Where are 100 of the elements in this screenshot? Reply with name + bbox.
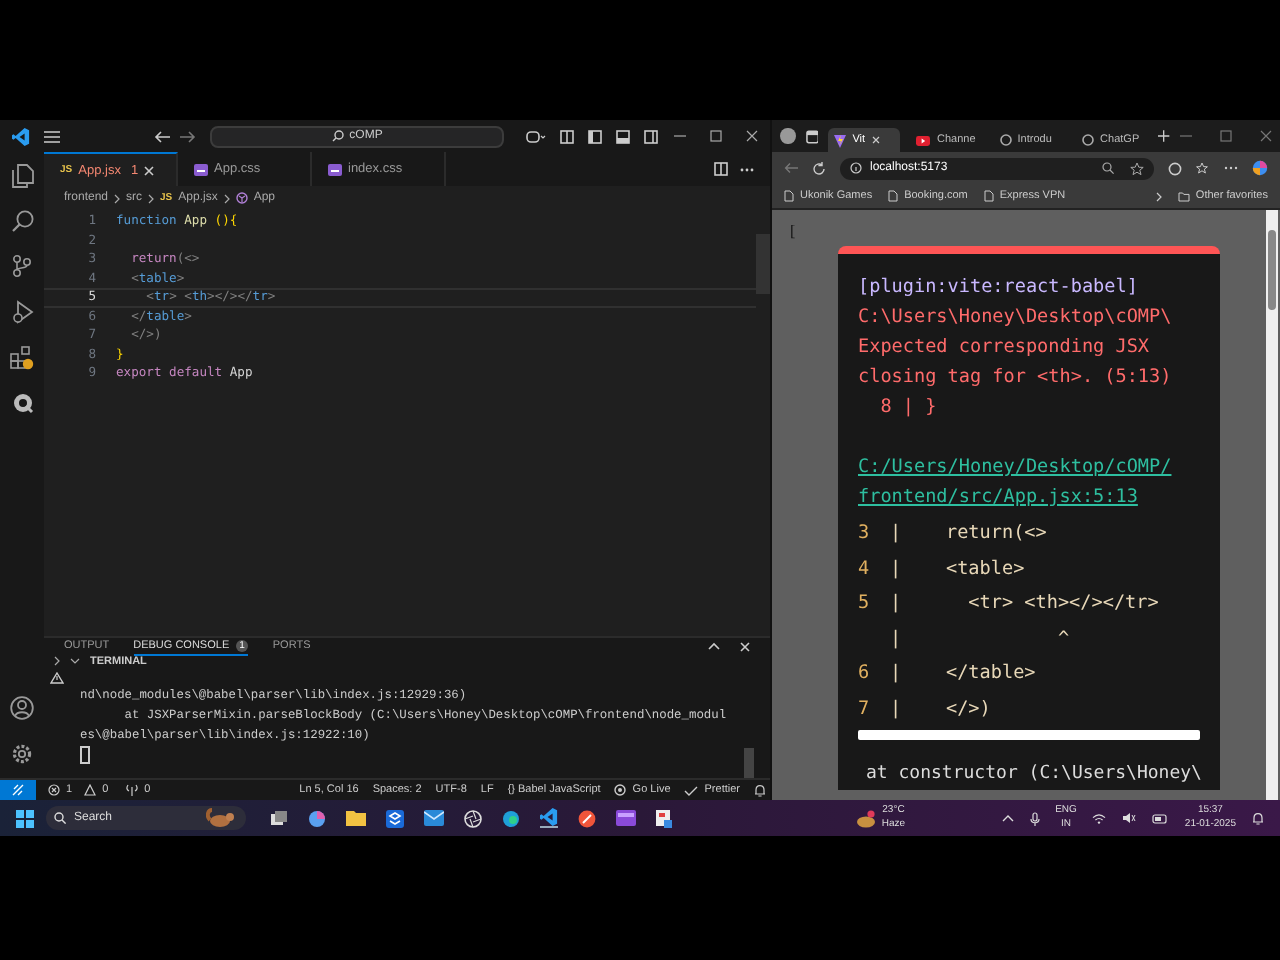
maximize-panel-icon[interactable] xyxy=(708,642,720,651)
favorites-icon[interactable] xyxy=(1196,161,1210,175)
code-frame-line: 6 | </table> xyxy=(858,660,1038,688)
task-view-icon[interactable] xyxy=(270,810,288,826)
breadcrumb-separator-icon xyxy=(223,193,230,203)
chevron-up-icon[interactable] xyxy=(1001,814,1014,822)
video-icon xyxy=(916,135,931,145)
pencil-app-icon[interactable] xyxy=(578,809,596,827)
new-tab-icon[interactable] xyxy=(1158,130,1170,142)
breadcrumb-separator-icon xyxy=(148,193,155,203)
video-editor-icon[interactable] xyxy=(616,810,636,826)
code-frame-line: 4 | <table> xyxy=(858,555,1027,583)
checkmark-icon xyxy=(684,785,699,795)
settings-icon[interactable] xyxy=(10,742,34,766)
squirrel-drawing xyxy=(206,808,238,828)
search-icon xyxy=(54,812,66,824)
remote-icon xyxy=(12,784,24,796)
tab-actions-icon[interactable] xyxy=(805,129,819,143)
wifi-icon[interactable] xyxy=(1092,813,1107,823)
folder-icon xyxy=(1177,191,1190,201)
forward-arrow-icon[interactable] xyxy=(180,129,196,143)
run-debug-icon[interactable] xyxy=(11,300,33,324)
close-icon[interactable] xyxy=(740,641,750,652)
page-text: [ xyxy=(790,222,798,244)
menu-icon[interactable] xyxy=(44,129,60,143)
maximize-icon[interactable] xyxy=(1220,130,1232,142)
terminal-cursor xyxy=(80,746,90,764)
panel-toggle-icon[interactable] xyxy=(616,129,630,143)
terminal-scrollbar[interactable] xyxy=(744,748,754,778)
extensions-icon[interactable] xyxy=(1168,161,1182,175)
file-link[interactable]: C:/Users/Honey/Desktop/cOMP/ frontend/src/App.jsx:5:13 xyxy=(858,452,1200,512)
close-icon[interactable] xyxy=(871,136,880,144)
aperture-icon[interactable] xyxy=(464,809,482,827)
copilot-icon[interactable] xyxy=(1252,160,1268,176)
copilot-icon[interactable] xyxy=(308,809,326,827)
cloud-storage-icon[interactable] xyxy=(386,809,404,827)
start-icon[interactable] xyxy=(16,809,34,827)
zoom-icon[interactable] xyxy=(1102,162,1114,174)
code-frame-line: 5 | <tr> <th></></tr> xyxy=(858,590,1161,618)
secondary-sidebar-icon[interactable] xyxy=(644,129,658,143)
plugin-name: [plugin:vite:react-babel] xyxy=(858,274,1140,302)
code-frame-line: | ^ xyxy=(888,625,1072,653)
weather-icon xyxy=(855,809,876,827)
microphone-icon[interactable] xyxy=(1029,811,1040,825)
lightning-bolt-icon xyxy=(834,133,847,147)
page-icon xyxy=(983,190,994,202)
code-frame-line: 7 | </>) xyxy=(858,695,993,723)
editor-scrollbar[interactable] xyxy=(756,234,770,294)
symbol-icon xyxy=(235,192,248,204)
page-scrollbar[interactable] xyxy=(1266,210,1278,800)
notification-icon[interactable] xyxy=(1252,811,1264,825)
mail-icon[interactable] xyxy=(424,810,444,826)
profile-avatar[interactable] xyxy=(780,128,796,144)
refresh-icon[interactable] xyxy=(812,161,826,175)
notification-bell-icon[interactable] xyxy=(754,783,766,797)
chevron-down-icon[interactable] xyxy=(70,658,80,665)
css-file-icon xyxy=(194,163,208,175)
split-editor-icon[interactable] xyxy=(714,162,728,176)
remote-explorer-icon[interactable] xyxy=(11,392,33,414)
account-icon[interactable] xyxy=(10,696,34,720)
sidebar-toggle-icon[interactable] xyxy=(588,129,602,143)
code-editor-icon[interactable] xyxy=(540,808,558,828)
close-icon[interactable] xyxy=(144,165,155,175)
page-icon xyxy=(784,190,794,202)
chevron-right-icon[interactable] xyxy=(1155,191,1162,201)
remote-indicator-button[interactable] xyxy=(0,780,36,800)
back-arrow-icon[interactable] xyxy=(154,129,170,143)
assistant-icon[interactable] xyxy=(526,129,546,143)
broadcast-icon xyxy=(614,784,627,796)
globe-icon xyxy=(1082,134,1095,146)
explorer-icon[interactable] xyxy=(11,164,33,188)
search-icon[interactable] xyxy=(11,210,33,232)
battery-icon[interactable] xyxy=(1152,813,1169,823)
close-icon[interactable] xyxy=(746,130,758,142)
globe-icon xyxy=(999,134,1012,146)
maximize-icon[interactable] xyxy=(710,130,722,142)
code-frame-scrollbar[interactable] xyxy=(858,730,1200,740)
stack-trace-line: at constructor (C:\Users\Honey\ xyxy=(864,762,1204,788)
extensions-icon[interactable] xyxy=(10,346,34,370)
editor-logo-icon xyxy=(12,127,30,145)
minimize-icon[interactable] xyxy=(674,130,686,142)
speaker-icon[interactable] xyxy=(1122,812,1137,824)
error-icon xyxy=(48,784,60,796)
source-control-icon[interactable] xyxy=(12,254,32,278)
code-frame-line: 3 | return(<> xyxy=(858,520,1049,548)
css-file-icon xyxy=(328,163,342,175)
warning-icon xyxy=(84,784,97,796)
search-icon xyxy=(331,130,344,142)
error-message: C:\Users\Honey\Desktop\cOMP\ Expected corresponding JSX closing tag for <th>. (5:13) 8 | } xyxy=(858,304,1174,422)
browser-icon[interactable] xyxy=(502,809,520,827)
layout-icon[interactable] xyxy=(560,129,574,143)
document-app-icon[interactable] xyxy=(656,809,672,827)
antenna-icon xyxy=(126,784,139,796)
warning-icon xyxy=(50,672,64,684)
breadcrumb-separator-icon xyxy=(114,193,121,203)
folder-icon[interactable] xyxy=(346,810,366,826)
star-icon[interactable] xyxy=(1130,161,1144,175)
page-icon xyxy=(888,190,899,202)
chevron-right-icon[interactable] xyxy=(54,656,60,667)
info-icon[interactable] xyxy=(850,162,862,174)
